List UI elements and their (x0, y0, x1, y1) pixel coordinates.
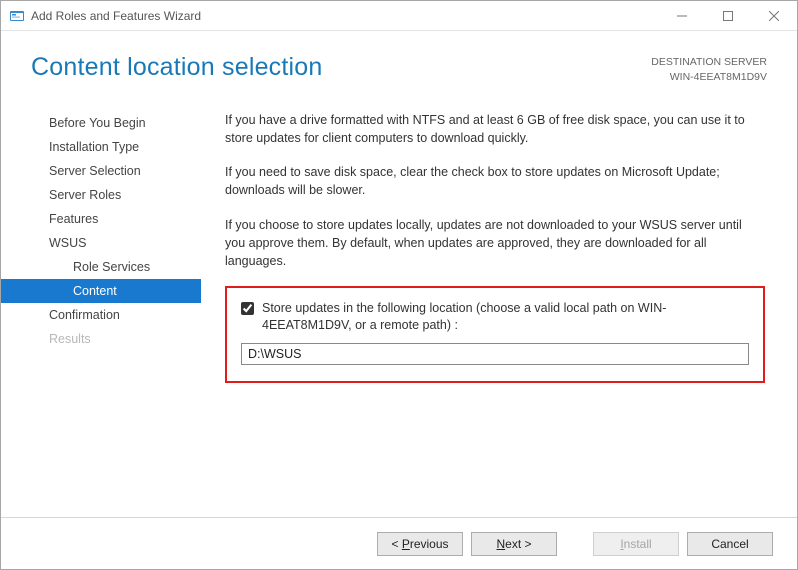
destination-server-name: WIN-4EEAT8M1D9V (651, 70, 767, 85)
header: Content location selection DESTINATION S… (1, 31, 797, 103)
nav-item-results: Results (1, 327, 201, 351)
nav-item-installation-type[interactable]: Installation Type (1, 135, 201, 159)
body: Before You BeginInstallation TypeServer … (1, 103, 797, 517)
nav-item-wsus[interactable]: WSUS (1, 231, 201, 255)
store-updates-label[interactable]: Store updates in the following location … (262, 300, 749, 335)
content-pane: If you have a drive formatted with NTFS … (201, 103, 797, 517)
cancel-button[interactable]: Cancel (687, 532, 773, 556)
minimize-button[interactable] (659, 1, 705, 31)
page-title: Content location selection (31, 53, 323, 82)
nav-item-content[interactable]: Content (1, 279, 201, 303)
window-title: Add Roles and Features Wizard (31, 9, 201, 23)
install-button[interactable]: Install (593, 532, 679, 556)
nav-item-role-services[interactable]: Role Services (1, 255, 201, 279)
intro-para-3: If you choose to store updates locally, … (225, 216, 765, 270)
footer: < Previous Next > Install Cancel (1, 517, 797, 569)
nav-item-before-you-begin[interactable]: Before You Begin (1, 111, 201, 135)
intro-para-2: If you need to save disk space, clear th… (225, 163, 765, 199)
nav-item-server-roles[interactable]: Server Roles (1, 183, 201, 207)
app-icon (9, 8, 25, 24)
next-button[interactable]: Next > (471, 532, 557, 556)
destination-server-block: DESTINATION SERVER WIN-4EEAT8M1D9V (651, 53, 767, 84)
nav-item-confirmation[interactable]: Confirmation (1, 303, 201, 327)
intro-para-1: If you have a drive formatted with NTFS … (225, 111, 765, 147)
nav-item-server-selection[interactable]: Server Selection (1, 159, 201, 183)
maximize-button[interactable] (705, 1, 751, 31)
nav-item-features[interactable]: Features (1, 207, 201, 231)
store-location-group: Store updates in the following location … (225, 286, 765, 383)
previous-button[interactable]: < Previous (377, 532, 463, 556)
sidebar: Before You BeginInstallation TypeServer … (1, 103, 201, 517)
destination-label: DESTINATION SERVER (651, 55, 767, 70)
wizard-window: Add Roles and Features Wizard Content lo… (0, 0, 798, 570)
store-path-input[interactable] (241, 343, 749, 365)
titlebar[interactable]: Add Roles and Features Wizard (1, 1, 797, 31)
store-updates-checkbox[interactable] (241, 302, 254, 315)
close-button[interactable] (751, 1, 797, 31)
